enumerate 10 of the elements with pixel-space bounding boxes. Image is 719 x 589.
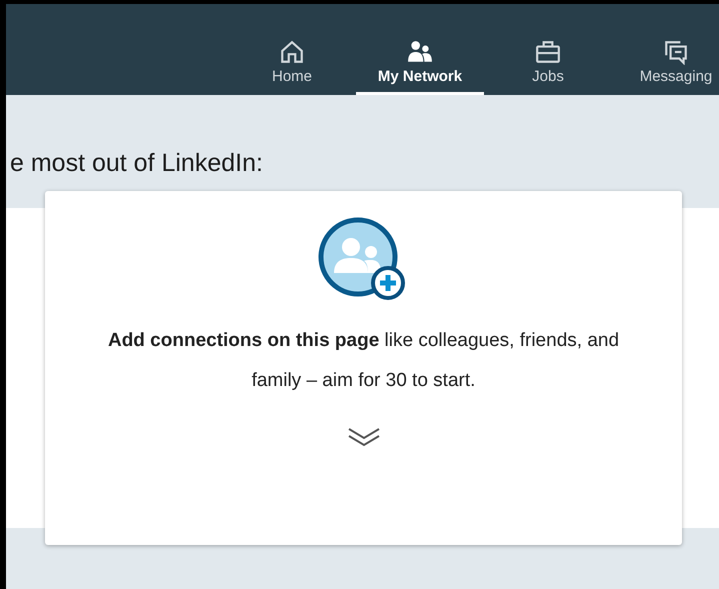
nav-tab[interactable]: Jobs — [484, 39, 612, 95]
briefcase-icon — [535, 39, 561, 65]
people-icon — [407, 39, 433, 65]
home-icon — [279, 39, 305, 65]
nav-tab[interactable]: Messaging — [612, 39, 719, 95]
chat-icon — [663, 39, 689, 65]
nav-tab[interactable]: Home — [228, 39, 356, 95]
nav-tab[interactable]: My Network — [356, 39, 484, 95]
page-heading: e most out of LinkedIn: — [9, 148, 264, 179]
onboarding-message: Add connections on this page like colleagues, friends, and family – aim for 30 to start. — [106, 329, 620, 393]
